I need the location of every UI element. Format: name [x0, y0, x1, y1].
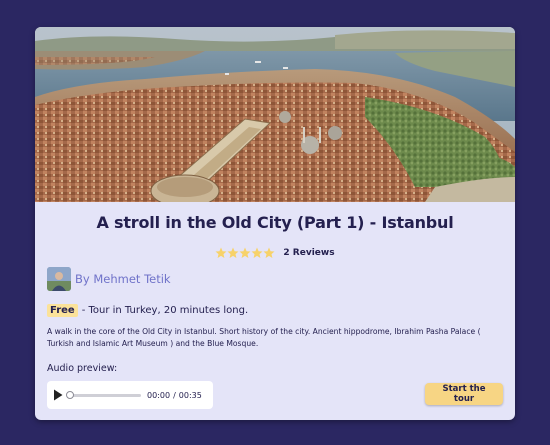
star-icon	[215, 247, 227, 258]
author[interactable]: By Mehmet Tetik	[47, 267, 171, 291]
star-rating	[215, 247, 275, 259]
price-badge: Free	[47, 303, 78, 317]
tour-description: A walk in the core of the Old City in Is…	[47, 327, 481, 348]
star-icon	[227, 247, 239, 258]
duration: 00:35	[178, 390, 202, 400]
current-time: 00:00	[147, 390, 171, 400]
audio-scrubber[interactable]	[66, 390, 74, 399]
play-icon[interactable]	[53, 389, 63, 401]
tour-title: A stroll in the Old City (Part 1) - Ista…	[96, 213, 454, 232]
star-icon	[251, 247, 263, 258]
tour-meta: Free - Tour in Turkey, 20 minutes long.	[47, 303, 248, 317]
tour-summary: - Tour in Turkey, 20 minutes long.	[81, 304, 249, 316]
avatar[interactable]	[47, 267, 71, 291]
audio-label: Audio preview:	[47, 363, 118, 374]
hero-image	[35, 27, 515, 202]
star-icon	[239, 247, 251, 258]
star-icon	[263, 247, 275, 258]
audio-time: 00:00/00:35	[147, 391, 202, 400]
tour-card: A stroll in the Old City (Part 1) - Ista…	[35, 27, 515, 420]
rating: 2 Reviews	[35, 245, 515, 261]
audio-progress[interactable]	[66, 390, 141, 399]
time-separator: /	[173, 390, 176, 400]
author-name[interactable]: By Mehmet Tetik	[75, 272, 171, 286]
reviews-count[interactable]: 2 Reviews	[283, 248, 334, 258]
start-tour-button[interactable]: Start the tour	[425, 383, 503, 405]
audio-player[interactable]: 00:00/00:35	[47, 381, 213, 409]
